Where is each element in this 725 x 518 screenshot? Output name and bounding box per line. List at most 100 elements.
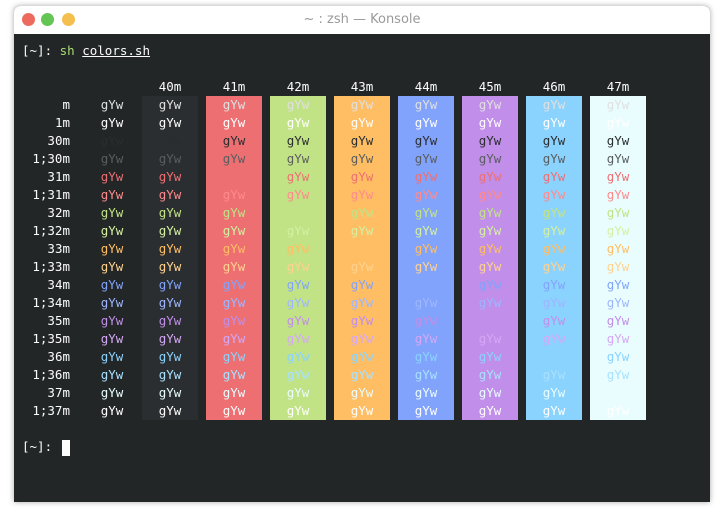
sample-cell: gYw xyxy=(222,259,246,274)
sample-cell: gYw xyxy=(158,331,182,346)
sample-cell: gYw xyxy=(478,151,502,166)
title-bar: ~ : zsh — Konsole xyxy=(14,6,710,34)
row-label: 36m xyxy=(47,349,70,364)
sample-cell: gYw xyxy=(100,349,124,364)
sample-cell: gYw xyxy=(158,313,182,328)
sample-cell: gYw xyxy=(478,403,502,418)
sample-cell: gYw xyxy=(478,187,502,202)
sample-cell: gYw xyxy=(100,259,124,274)
sample-cell: gYw xyxy=(606,313,630,328)
row-label: 1;36m xyxy=(32,367,70,382)
sample-cell: gYw xyxy=(222,367,246,382)
sample-cell: gYw xyxy=(478,241,502,256)
sample-cell: gYw xyxy=(158,223,182,238)
sample-cell: gYw xyxy=(606,151,630,166)
sample-cell: gYw xyxy=(606,331,630,346)
sample-cell: gYw xyxy=(350,133,374,148)
row-label: 1;30m xyxy=(32,151,70,166)
sample-cell: gYw xyxy=(350,313,374,328)
row-label: 30m xyxy=(47,133,70,148)
sample-cell: gYw xyxy=(414,133,438,148)
sample-cell: gYw xyxy=(286,187,310,202)
sample-cell: gYw xyxy=(286,115,310,130)
sample-cell: gYw xyxy=(222,115,246,130)
sample-cell: gYw xyxy=(414,385,438,400)
sample-cell: gYw xyxy=(542,349,566,364)
sample-cell: gYw xyxy=(478,331,502,346)
bg-column-header: 43m xyxy=(350,79,374,94)
sample-cell: gYw xyxy=(414,187,438,202)
sample-cell: gYw xyxy=(222,295,246,310)
sample-cell: gYw xyxy=(478,277,502,292)
sample-cell: gYw xyxy=(100,367,124,382)
sample-cell: gYw xyxy=(414,223,438,238)
sample-cell: gYw xyxy=(606,223,630,238)
sample-cell: gYw xyxy=(100,151,124,166)
sample-cell: gYw xyxy=(414,97,438,112)
sample-cell: gYw xyxy=(414,403,438,418)
sample-cell: gYw xyxy=(100,385,124,400)
sample-cell: gYw xyxy=(222,331,246,346)
sample-cell: gYw xyxy=(100,205,124,220)
sample-cell: gYw xyxy=(222,133,246,148)
sample-cell: gYw xyxy=(350,223,374,238)
sample-cell: gYw xyxy=(414,151,438,166)
sample-cell: gYw xyxy=(542,277,566,292)
sample-cell: gYw xyxy=(478,97,502,112)
sample-cell: gYw xyxy=(414,367,438,382)
sample-cell: gYw xyxy=(606,115,630,130)
sample-cell: gYw xyxy=(350,367,374,382)
sample-cell: gYw xyxy=(222,277,246,292)
sample-cell: gYw xyxy=(478,223,502,238)
sample-cell: gYw xyxy=(286,133,310,148)
sample-cell: gYw xyxy=(542,331,566,346)
sample-cell: gYw xyxy=(158,97,182,112)
sample-cell: gYw xyxy=(606,277,630,292)
sample-cell: gYw xyxy=(606,169,630,184)
prompt-line[interactable]: [~]: xyxy=(22,438,70,456)
sample-cell: gYw xyxy=(158,205,182,220)
sample-cell: gYw xyxy=(158,187,182,202)
sample-cell: gYw xyxy=(222,349,246,364)
sample-cell: gYw xyxy=(158,367,182,382)
prompt: [~]: xyxy=(22,439,60,454)
sample-cell: gYw xyxy=(606,241,630,256)
sample-cell: gYw xyxy=(478,133,502,148)
sample-cell: gYw xyxy=(222,97,246,112)
sample-cell: gYw xyxy=(414,241,438,256)
sample-cell: gYw xyxy=(286,295,310,310)
sample-cell: gYw xyxy=(100,187,124,202)
sample-cell: gYw xyxy=(542,385,566,400)
bg-column-header: 44m xyxy=(414,79,438,94)
sample-cell: gYw xyxy=(158,241,182,256)
sample-cell: gYw xyxy=(606,133,630,148)
sample-cell: gYw xyxy=(542,97,566,112)
sample-cell: gYw xyxy=(478,259,502,274)
terminal-area[interactable]: [~]: sh colors.sh 40m 41m 42m 43m 44m 45m 46m 4… xyxy=(14,34,710,502)
sample-cell: gYw xyxy=(606,403,630,418)
sample-cell: gYw xyxy=(286,331,310,346)
sample-cell: gYw xyxy=(222,187,246,202)
bg-column-header: 40m xyxy=(158,79,182,94)
sample-cell: gYw xyxy=(478,205,502,220)
sample-cell: gYw xyxy=(158,133,182,148)
row-label: 34m xyxy=(47,277,70,292)
sample-cell: gYw xyxy=(286,223,310,238)
sample-cell: gYw xyxy=(222,223,246,238)
row-label: 1;32m xyxy=(32,223,70,238)
sample-cell: gYw xyxy=(478,115,502,130)
sample-cell: gYw xyxy=(286,313,310,328)
sample-cell: gYw xyxy=(414,277,438,292)
sample-cell: gYw xyxy=(286,169,310,184)
prompt: [~]: xyxy=(22,43,60,58)
row-label: m xyxy=(62,97,70,112)
row-label: 37m xyxy=(47,385,70,400)
sample-cell: gYw xyxy=(606,367,630,382)
sample-cell: gYw xyxy=(286,367,310,382)
bg-column-header: 41m xyxy=(222,79,246,94)
command-argument: colors.sh xyxy=(82,43,150,58)
row-label: 1;35m xyxy=(32,331,70,346)
sample-cell: gYw xyxy=(350,151,374,166)
sample-cell: gYw xyxy=(414,349,438,364)
sample-cell: gYw xyxy=(158,259,182,274)
